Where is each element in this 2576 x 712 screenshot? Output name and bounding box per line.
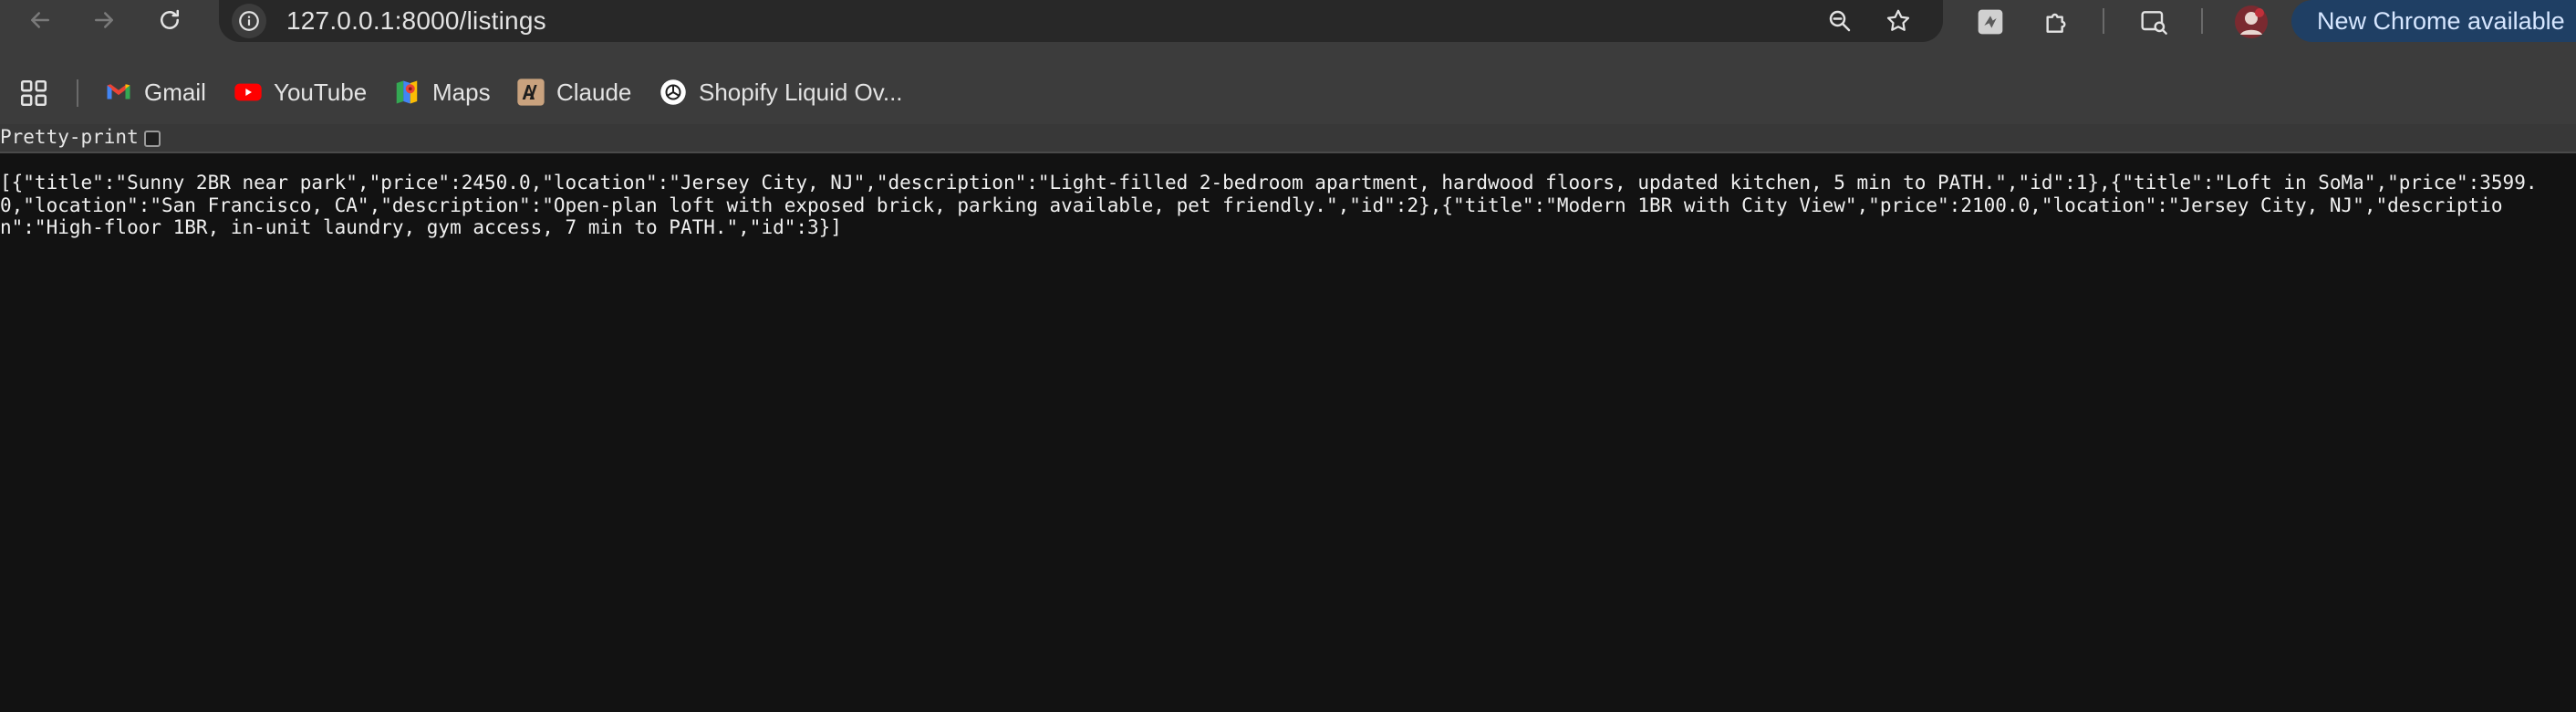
new-chrome-available-button[interactable]: New Chrome available <box>2291 0 2576 42</box>
address-bar[interactable] <box>219 0 1943 42</box>
extension-icon[interactable] <box>1972 4 2009 40</box>
bookmark-label: Maps <box>432 78 491 106</box>
tab-search-icon[interactable] <box>2136 4 2173 40</box>
zoom-icon[interactable] <box>1823 4 1857 38</box>
apps-grid-icon[interactable] <box>18 78 49 109</box>
bookmarks-bar: Gmail YouTube Maps Claude Shopify Liquid <box>0 69 2576 115</box>
arrow-left-icon <box>31 12 49 28</box>
puzzle-extensions-icon[interactable] <box>2038 4 2074 40</box>
site-info-icon[interactable] <box>232 4 266 38</box>
claude-icon <box>516 78 545 107</box>
bookmark-gmail[interactable]: Gmail <box>104 75 206 110</box>
toolbar-divider <box>2103 8 2104 34</box>
reload-button[interactable] <box>151 2 188 38</box>
bookmark-label: Gmail <box>144 78 206 106</box>
reload-icon <box>161 9 179 29</box>
bookmark-star-icon[interactable] <box>1881 4 1916 38</box>
youtube-icon <box>234 78 263 107</box>
bookmark-label: YouTube <box>274 78 368 106</box>
bookmark-shopify-liquid[interactable]: Shopify Liquid Ov... <box>659 75 903 110</box>
pretty-print-bar: Pretty-print <box>0 124 2576 153</box>
openai-icon <box>659 78 688 107</box>
json-response-text: [{"title":"Sunny 2BR near park","price":… <box>0 172 2538 238</box>
browser-toolbar: New Chrome available <box>0 0 2576 42</box>
arrow-right-icon <box>95 12 113 28</box>
toolbar-divider <box>2201 8 2203 34</box>
forward-button[interactable] <box>86 2 122 38</box>
maps-icon <box>392 78 421 107</box>
url-input[interactable] <box>286 6 1107 36</box>
bookmark-claude[interactable]: Claude <box>516 75 631 110</box>
bookmark-label: Shopify Liquid Ov... <box>699 78 903 106</box>
profile-avatar[interactable] <box>2233 4 2270 40</box>
back-button[interactable] <box>22 2 58 38</box>
bookmark-label: Claude <box>556 78 632 106</box>
browser-chrome: New Chrome available Gmail YouTube Maps <box>0 0 2576 124</box>
pretty-print-checkbox[interactable] <box>144 131 161 147</box>
bookmark-youtube[interactable]: YouTube <box>234 75 367 110</box>
gmail-icon <box>104 78 133 107</box>
bookmark-maps[interactable]: Maps <box>392 75 491 110</box>
pretty-print-label: Pretty-print <box>0 126 139 148</box>
bookmarks-divider <box>77 79 78 107</box>
